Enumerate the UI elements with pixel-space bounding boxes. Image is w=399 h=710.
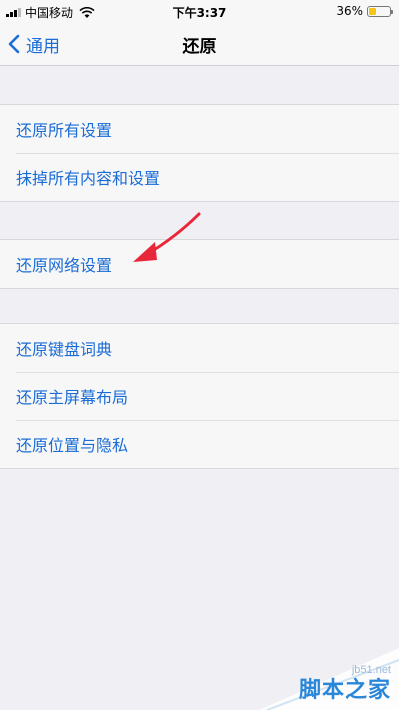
status-bar: 中国移动 下午3:37 36% (0, 0, 399, 22)
status-right: 36% (336, 4, 393, 18)
erase-all-content-cell[interactable]: 抹掉所有内容和设置 (0, 153, 399, 201)
reset-home-screen-layout-cell[interactable]: 还原主屏幕布局 (0, 372, 399, 420)
battery-icon (367, 5, 393, 17)
battery-percent: 36% (336, 4, 363, 18)
reset-location-privacy-cell[interactable]: 还原位置与隐私 (0, 420, 399, 468)
watermark-text: 脚本之家 (298, 678, 391, 703)
red-arrow-icon (133, 212, 201, 262)
reset-keyboard-dictionary-cell[interactable]: 还原键盘词典 (0, 324, 399, 372)
watermark: jb51.net 脚本之家 (249, 630, 399, 710)
page-title: 还原 (182, 37, 217, 57)
reset-group-1: 还原所有设置 抹掉所有内容和设置 (0, 104, 399, 202)
battery-fill (369, 7, 377, 15)
reset-group-3: 还原键盘词典 还原主屏幕布局 还原位置与隐私 (0, 323, 399, 469)
reset-all-settings-cell[interactable]: 还原所有设置 (0, 105, 399, 153)
navigation-bar: 通用 还原 (0, 22, 399, 66)
